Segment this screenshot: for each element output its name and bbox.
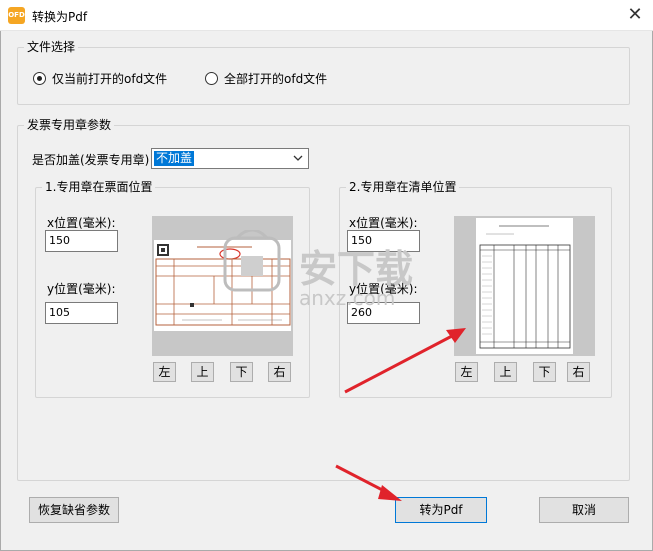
invoice-left-button[interactable]: 左 — [153, 362, 176, 382]
site-watermark: 安下载 anxz.com — [215, 228, 445, 343]
list-thumbnail-image — [476, 218, 573, 354]
list-position-legend: 2.专用章在清单位置 — [346, 180, 460, 194]
invoice-x-label: x位置(毫米): — [47, 216, 116, 230]
invoice-x-input[interactable]: 150 — [45, 230, 118, 252]
invoice-y-label: y位置(毫米): — [47, 282, 116, 296]
radio-current-file-label: 仅当前打开的ofd文件 — [52, 72, 168, 86]
stamp-select[interactable]: 不加盖 — [151, 148, 309, 169]
list-preview — [454, 216, 595, 356]
stamp-label: 是否加盖(发票专用章) — [32, 153, 150, 167]
invoice-y-input[interactable]: 105 — [45, 302, 118, 324]
list-x-label: x位置(毫米): — [349, 216, 418, 230]
invoice-down-button[interactable]: 下 — [230, 362, 253, 382]
close-icon[interactable]: ✕ — [623, 3, 647, 27]
file-select-legend: 文件选择 — [24, 40, 79, 54]
cancel-button[interactable]: 取消 — [539, 497, 629, 523]
list-left-button[interactable]: 左 — [455, 362, 478, 382]
restore-defaults-button[interactable]: 恢复缺省参数 — [29, 497, 119, 523]
seal-params-legend: 发票专用章参数 — [24, 118, 115, 132]
stamp-select-value: 不加盖 — [154, 151, 195, 166]
ofd-app-icon: OFD — [8, 7, 25, 24]
list-down-button[interactable]: 下 — [533, 362, 556, 382]
invoice-right-button[interactable]: 右 — [268, 362, 291, 382]
window-title: 转换为Pdf — [32, 10, 88, 24]
watermark-text: 安下载 — [299, 247, 414, 291]
chevron-down-icon[interactable] — [292, 151, 304, 168]
convert-pdf-button[interactable]: 转为Pdf — [395, 497, 487, 523]
radio-current-file-dot[interactable] — [33, 72, 46, 85]
list-right-button[interactable]: 右 — [567, 362, 590, 382]
radio-all-files-label: 全部打开的ofd文件 — [224, 72, 328, 86]
radio-all-files-dot[interactable] — [205, 72, 218, 85]
invoice-position-legend: 1.专用章在票面位置 — [42, 180, 156, 194]
invoice-up-button[interactable]: 上 — [191, 362, 214, 382]
radio-current-file[interactable]: 仅当前打开的ofd文件 — [33, 70, 167, 87]
watermark-domain: anxz.com — [299, 286, 396, 310]
radio-all-files[interactable]: 全部打开的ofd文件 — [205, 70, 327, 87]
list-up-button[interactable]: 上 — [494, 362, 517, 382]
title-bar: OFD 转换为Pdf ✕ — [0, 0, 653, 31]
